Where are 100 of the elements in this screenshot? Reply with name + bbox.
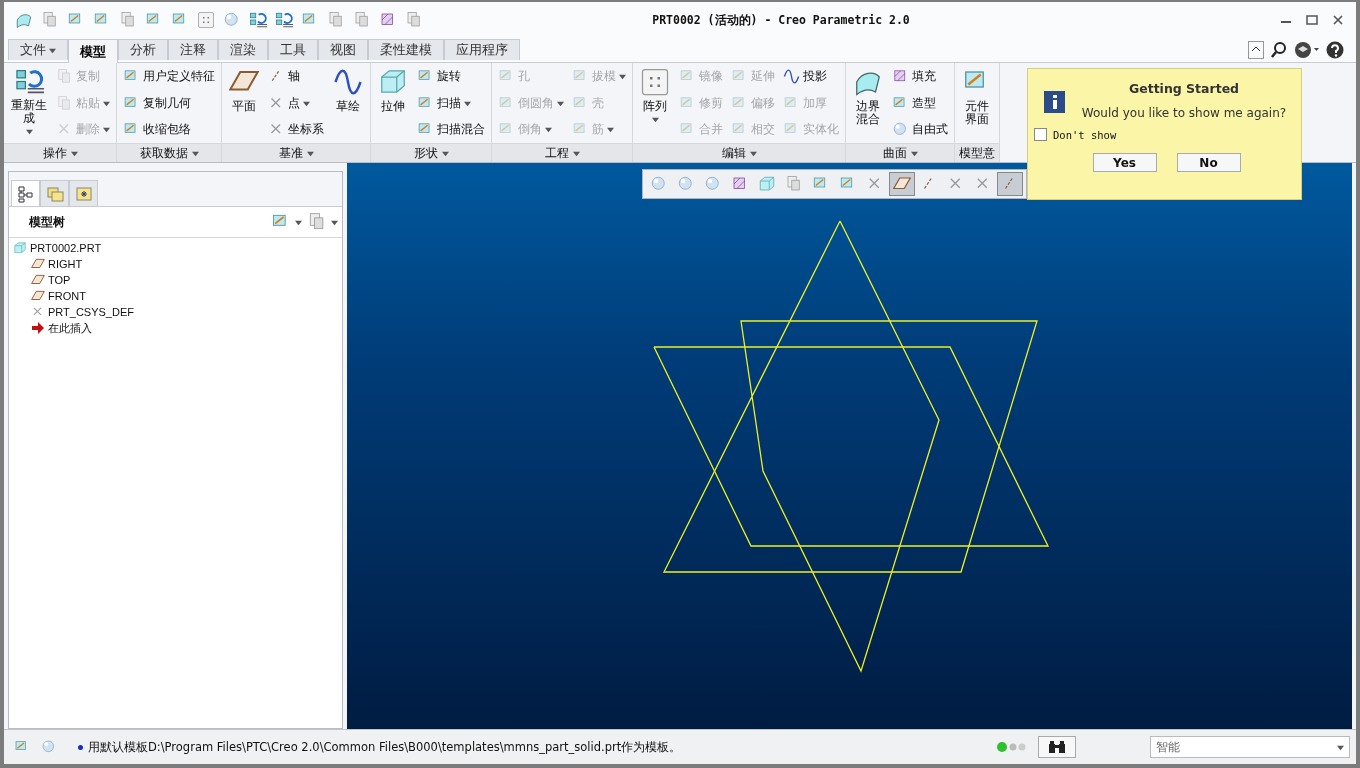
caret-icon [1337, 743, 1344, 751]
ribbon-tab[interactable]: 工具 [268, 39, 318, 60]
ribbon-button[interactable]: 重新生 成 [8, 65, 50, 137]
tree-item[interactable]: RIGHT [9, 256, 342, 272]
view-button[interactable] [889, 172, 915, 196]
view-button[interactable] [997, 172, 1023, 196]
caret-icon [749, 149, 757, 157]
ribbon-button[interactable]: 旋转 [415, 65, 487, 88]
tree-label: 在此插入 [48, 320, 92, 336]
sphere-icon [650, 175, 668, 193]
tree-label: TOP [48, 274, 71, 286]
checkbox[interactable] [1034, 128, 1047, 141]
group-menu[interactable]: 形状 [371, 143, 491, 162]
ribbon-button[interactable]: 扫描混合 [415, 118, 487, 141]
tree-item[interactable]: PRT_CSYS_DEF [9, 304, 342, 320]
close-icon[interactable] [1332, 14, 1344, 26]
ribbon-button[interactable]: 点 [266, 91, 326, 115]
caret-icon [306, 149, 314, 157]
ribbon-button[interactable]: 边界 混合 [850, 65, 886, 137]
folders-icon [45, 184, 64, 203]
caret-icon [441, 149, 449, 157]
caret-icon [295, 218, 302, 226]
document-icon [404, 11, 423, 29]
info-icon [1044, 91, 1065, 113]
find-button[interactable] [1038, 736, 1076, 758]
document-icon [785, 175, 803, 193]
checkbox-label: Don't show [1053, 128, 1117, 141]
folder-icon [74, 184, 93, 203]
ribbon-button[interactable]: 坐标系 [266, 118, 326, 141]
tree-item[interactable]: FRONT [9, 288, 342, 304]
caret-icon [572, 149, 580, 157]
document-icon [56, 68, 73, 85]
tree-item[interactable]: 在此插入 [9, 320, 342, 336]
ribbon-tab[interactable]: 注释 [168, 39, 218, 60]
group-menu[interactable]: 曲面 [846, 143, 954, 162]
ribbon-tab[interactable]: 应用程序 [444, 39, 520, 60]
ribbon-tab[interactable]: 视图 [318, 39, 368, 60]
ribbon-button[interactable]: 造型 [890, 91, 950, 115]
collapse-icon[interactable] [1248, 41, 1264, 59]
tree-icon [16, 184, 35, 203]
ribbon-tab[interactable]: 模型 [68, 39, 118, 63]
popup-message: Would you like to show me again? [1081, 106, 1287, 120]
sphere-icon [40, 739, 57, 755]
group-menu[interactable]: 基准 [222, 143, 370, 162]
group-menu[interactable]: 获取数据 [117, 143, 221, 162]
ribbon-button[interactable]: 阵列 [637, 65, 673, 137]
ribbon-button[interactable]: 草绘 [330, 65, 366, 137]
globe-icon[interactable] [1294, 41, 1320, 59]
navigator-tab[interactable] [69, 180, 98, 206]
popup-title: Getting Started [1128, 81, 1240, 96]
ribbon-button[interactable]: 元件 界面 [959, 65, 995, 137]
surface-icon [14, 11, 33, 29]
caret-icon [331, 218, 338, 226]
tree-label: RIGHT [48, 258, 83, 270]
grid-icon [196, 11, 215, 29]
ribbon-button[interactable]: 复制几何 [121, 91, 217, 115]
ribbon-button[interactable]: 收缩包络 [121, 118, 217, 141]
dialog-button[interactable]: No [1176, 153, 1241, 172]
cube-icon [758, 175, 776, 193]
ribbon-button[interactable]: 用户定义特征 [121, 65, 217, 88]
ribbon-button[interactable]: 扫描 [415, 91, 487, 115]
ribbon-button[interactable]: 平面 [226, 65, 262, 137]
plane-icon [31, 257, 45, 271]
binoculars-icon [1048, 740, 1066, 754]
caret-icon [191, 149, 199, 157]
ribbon-button[interactable]: 拉伸 [375, 65, 411, 137]
caret-icon [70, 149, 78, 157]
refresh-icon [14, 67, 44, 96]
window-title: PRT0002 (活动的) - Creo Parametric 2.0 [651, 12, 911, 28]
ribbon-button[interactable]: 自由式 [890, 118, 950, 141]
panel-title: 模型树 [29, 213, 65, 231]
ribbon-tab[interactable]: 柔性建模 [368, 39, 444, 60]
wave-icon [783, 68, 800, 85]
ribbon-button[interactable]: 轴 [266, 65, 326, 88]
document-icon [56, 94, 73, 112]
ribbon-button[interactable]: 填充 [890, 65, 950, 88]
group-menu[interactable]: 编辑 [633, 143, 845, 162]
maximize-icon[interactable] [1306, 14, 1318, 26]
navigator-tab[interactable] [11, 180, 40, 206]
tree-label: FRONT [48, 290, 86, 302]
tree-item[interactable]: PRT0002.PRT [9, 240, 342, 256]
ribbon-tab[interactable]: 渲染 [218, 39, 268, 60]
group-menu[interactable]: 操作 [4, 143, 116, 162]
plane-icon [31, 273, 45, 287]
help-icon[interactable] [1326, 41, 1344, 59]
tree-item[interactable]: TOP [9, 272, 342, 288]
grid-icon [640, 67, 670, 97]
document-icon [40, 11, 59, 29]
dialog-button[interactable]: Yes [1092, 153, 1157, 172]
group-menu[interactable]: 工程 [492, 143, 632, 162]
ribbon-tab[interactable]: 分析 [118, 39, 168, 60]
sphere-icon [704, 175, 722, 193]
group-menu[interactable]: 模型意 [955, 143, 999, 162]
ribbon-button[interactable]: 投影 [781, 65, 841, 88]
wave-icon [333, 67, 363, 97]
filter-dropdown[interactable]: 智能 [1150, 736, 1350, 758]
file-menu[interactable]: 文件 [8, 39, 68, 60]
sphere-icon [892, 121, 909, 138]
document-icon [326, 11, 345, 29]
search-icon[interactable] [1270, 41, 1288, 59]
